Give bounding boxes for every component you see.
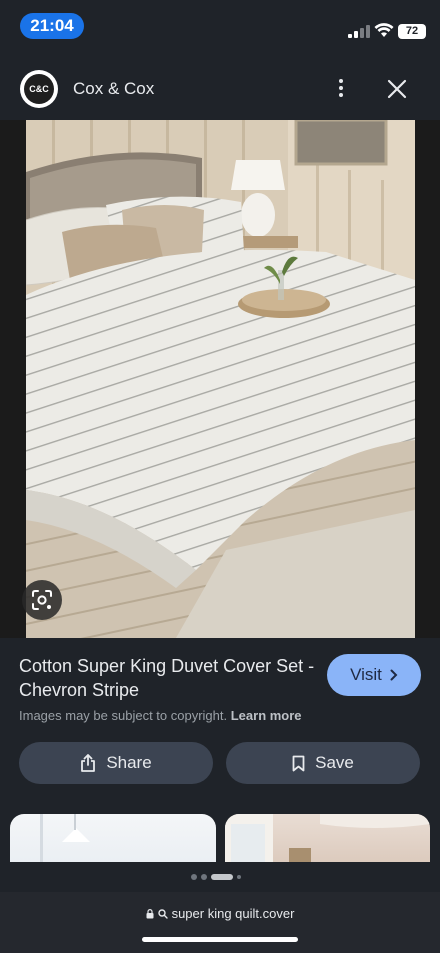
lens-icon xyxy=(32,590,52,610)
site-logo-text: C&C xyxy=(24,74,54,104)
site-logo[interactable]: C&C xyxy=(20,70,58,108)
carousel-pager xyxy=(0,862,440,892)
image-preview-area xyxy=(0,120,440,638)
product-title[interactable]: Cotton Super King Duvet Cover Set - Chev… xyxy=(19,654,319,702)
cellular-signal-icon xyxy=(348,24,370,38)
lock-icon xyxy=(146,908,154,918)
copyright-text: Images may be subject to copyright. xyxy=(19,708,228,723)
search-icon xyxy=(157,908,168,919)
product-image[interactable] xyxy=(26,120,415,638)
site-name[interactable]: Cox & Cox xyxy=(73,79,154,99)
home-indicator[interactable] xyxy=(142,937,298,942)
close-icon[interactable] xyxy=(386,78,408,100)
wifi-icon xyxy=(374,23,394,37)
copyright-notice: Images may be subject to copyright. Lear… xyxy=(19,708,302,723)
url-display[interactable]: super king quilt.cover xyxy=(0,906,440,921)
save-label: Save xyxy=(315,753,354,772)
share-button[interactable]: Share xyxy=(19,742,213,784)
source-header: C&C Cox & Cox xyxy=(0,52,440,120)
visit-label: Visit xyxy=(350,665,382,684)
browser-url-bar[interactable]: super king quilt.cover xyxy=(0,892,440,953)
bookmark-icon xyxy=(292,755,305,771)
related-image-thumbnail[interactable] xyxy=(10,814,216,862)
chevron-right-icon xyxy=(390,669,398,681)
status-bar: 21:04 72 xyxy=(0,0,440,52)
time-display: 21:04 xyxy=(20,13,84,39)
learn-more-link[interactable]: Learn more xyxy=(231,708,302,723)
share-icon xyxy=(81,754,96,772)
image-info-panel: Cotton Super King Duvet Cover Set - Chev… xyxy=(0,638,440,728)
save-button[interactable]: Save xyxy=(226,742,420,784)
related-images-strip xyxy=(0,810,440,862)
pager-dots xyxy=(191,874,241,880)
search-query-text: super king quilt.cover xyxy=(171,906,295,921)
share-label: Share xyxy=(106,753,152,772)
visit-button[interactable]: Visit xyxy=(327,654,421,696)
google-lens-button[interactable] xyxy=(22,580,62,620)
more-options-icon[interactable] xyxy=(330,76,352,102)
related-image-thumbnail[interactable] xyxy=(225,814,430,862)
battery-indicator: 72 xyxy=(398,24,426,39)
